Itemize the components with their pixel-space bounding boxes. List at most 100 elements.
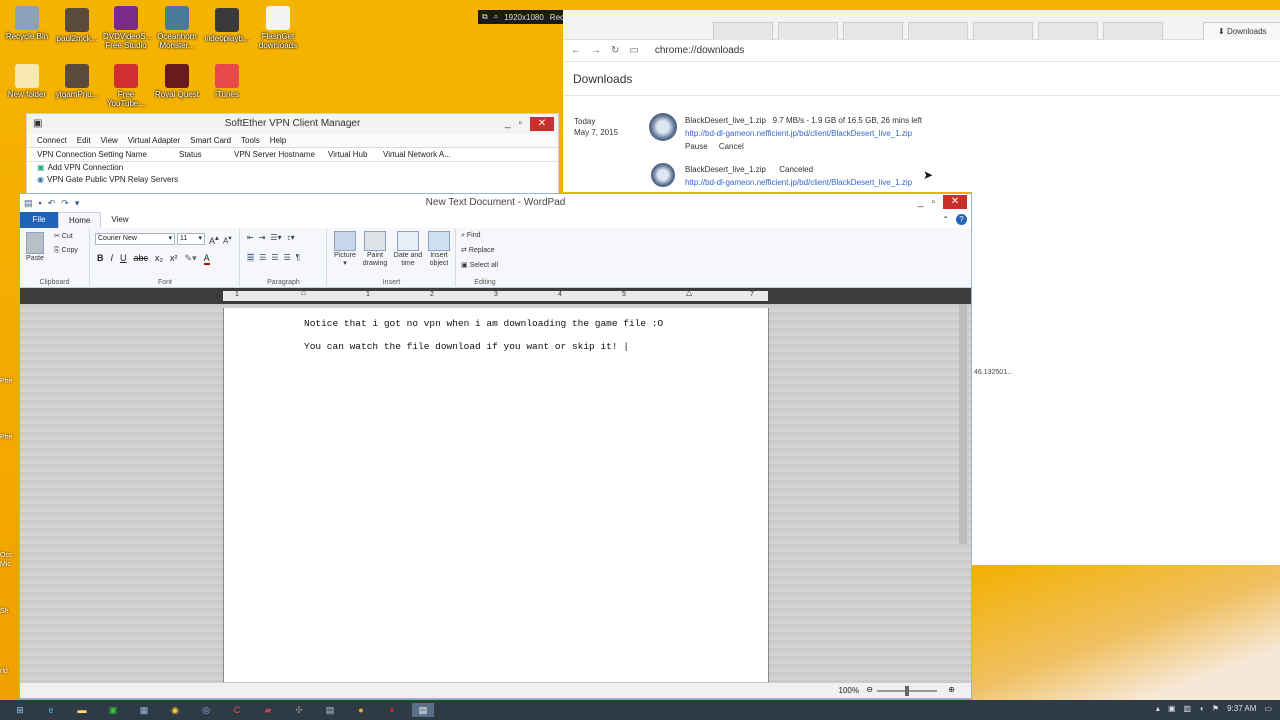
increase-indent-icon[interactable]: ⇥ xyxy=(259,233,266,242)
help-icon[interactable]: ? xyxy=(956,214,967,225)
start-icon[interactable]: ⊞ xyxy=(9,703,31,717)
close-icon[interactable]: ✕ xyxy=(943,195,967,209)
tab-home[interactable]: Home xyxy=(58,212,102,228)
subscript-icon[interactable]: x₂ xyxy=(155,253,163,265)
record-icon[interactable]: ● xyxy=(381,703,403,717)
vpn-taskbar-icon[interactable]: ▤ xyxy=(319,703,341,717)
font-size-select[interactable]: 11 ▾ xyxy=(177,233,205,245)
download-url[interactable]: http://bd-dl-gameon.nefficient.jp/bd/cli… xyxy=(685,176,912,189)
collapse-ribbon-icon[interactable]: ⌃ xyxy=(942,212,949,228)
app-icon[interactable]: ● xyxy=(350,703,372,717)
back-icon[interactable]: ← xyxy=(571,45,581,56)
chrome-tab[interactable] xyxy=(1038,22,1098,40)
desktop-icon[interactable]: Royal Quest xyxy=(154,64,200,99)
menu-virtual-adapter[interactable]: Virtual Adapter xyxy=(128,134,180,147)
replace-button[interactable]: ⇄ Replace xyxy=(461,247,495,255)
desktop-icon[interactable]: iTunes xyxy=(204,64,250,99)
app-icon[interactable]: ◎ xyxy=(195,703,217,717)
bold-icon[interactable]: B xyxy=(97,253,104,265)
zoom-in-icon[interactable]: ⊕ xyxy=(948,685,955,694)
zoom-slider-thumb[interactable] xyxy=(905,686,909,696)
date-time-button[interactable]: Date and time xyxy=(392,231,424,268)
undo-icon[interactable]: ↶ xyxy=(48,194,56,212)
tab-view[interactable]: View xyxy=(101,212,138,228)
indent-marker-icon[interactable]: ⌂ xyxy=(301,288,306,297)
picture-button[interactable]: Picture ▾ xyxy=(332,231,358,268)
menu-view[interactable]: View xyxy=(101,134,118,147)
chrome-icon[interactable]: ◉ xyxy=(164,703,186,717)
column-header[interactable]: VPN Connection Setting Name xyxy=(37,148,179,161)
save-icon[interactable]: ▪ xyxy=(39,194,42,212)
paragraph-settings-icon[interactable]: ¶ xyxy=(296,253,300,262)
align-left-icon[interactable]: ☰ xyxy=(247,253,255,262)
find-button[interactable]: ⌕ Find xyxy=(461,232,481,240)
select-all-button[interactable]: ▣ Select all xyxy=(461,262,498,270)
menu-edit[interactable]: Edit xyxy=(77,134,91,147)
minimize-icon[interactable]: _ xyxy=(505,114,511,134)
desktop-icon[interactable]: DVDVideoS... Free Studio xyxy=(103,6,152,50)
desktop-icon[interactable]: paul2mck... xyxy=(54,8,100,43)
chrome-tab[interactable] xyxy=(973,22,1033,40)
notification-icon[interactable]: ▭ xyxy=(1264,704,1272,713)
ccleaner-icon[interactable]: C xyxy=(226,703,248,717)
chrome-tab[interactable] xyxy=(713,22,773,40)
tab-downloads[interactable]: ⬇ Downloads xyxy=(1203,22,1280,40)
document-page[interactable]: Notice that i got no vpn when i am downl… xyxy=(223,308,769,682)
vertical-scrollbar[interactable] xyxy=(959,304,967,544)
decrease-indent-icon[interactable]: ⇤ xyxy=(247,233,254,242)
bullets-icon[interactable]: ☰▾ xyxy=(270,233,281,242)
ie-icon[interactable]: e xyxy=(40,703,62,717)
desktop-icon[interactable]: FlashGet downloads xyxy=(255,6,301,50)
align-right-icon[interactable]: ☰ xyxy=(271,253,278,262)
column-header[interactable]: Virtual Network A... xyxy=(383,148,451,161)
justify-icon[interactable]: ☰ xyxy=(284,253,291,262)
desktop-icon[interactable]: Recycle Bin xyxy=(4,6,50,41)
minimize-icon[interactable]: _ xyxy=(918,194,924,212)
underline-icon[interactable]: U xyxy=(120,253,127,265)
grow-font-icon[interactable]: A▴ xyxy=(209,234,219,246)
desktop-icon[interactable]: New folder xyxy=(4,64,50,99)
desktop-icon[interactable]: Free YouTube... xyxy=(103,64,149,108)
tray-arrow-icon[interactable]: ▴ xyxy=(1156,704,1160,713)
menu-connect[interactable]: Connect xyxy=(37,134,67,147)
screen-icon[interactable]: ⧉ xyxy=(482,12,488,22)
download-filename[interactable]: BlackDesert_live_1.zip xyxy=(685,116,766,125)
paint-drawing-button[interactable]: Paint drawing xyxy=(360,231,390,268)
download-filename[interactable]: BlackDesert_live_1.zip xyxy=(685,165,766,174)
column-header[interactable]: VPN Server Hostname xyxy=(234,148,328,161)
menu-help[interactable]: Help xyxy=(270,134,286,147)
clock[interactable]: 9:37 AM xyxy=(1227,704,1256,713)
table-row[interactable]: ◉ VPN Gate Public VPN Relay Servers xyxy=(27,174,558,186)
menu-tools[interactable]: Tools xyxy=(241,134,260,147)
pause-button[interactable]: Pause xyxy=(685,142,708,151)
font-family-select[interactable]: Courier New ▾ xyxy=(95,233,175,245)
ruler[interactable]: 1 ⌂ 1 2 3 4 5 △ 7 xyxy=(20,288,971,304)
superscript-icon[interactable]: x² xyxy=(170,253,178,265)
font-color-icon[interactable]: A xyxy=(203,253,210,265)
chrome-tab[interactable] xyxy=(843,22,903,40)
cancel-button[interactable]: Cancel xyxy=(719,142,744,151)
chrome-tab[interactable] xyxy=(908,22,968,40)
volume-icon[interactable]: ◖ xyxy=(1199,704,1204,713)
excel-icon[interactable]: ▣ xyxy=(102,703,124,717)
copy-button[interactable]: ⎘ Copy xyxy=(54,247,78,255)
italic-icon[interactable]: I xyxy=(111,253,114,265)
app-icon[interactable]: ▦ xyxy=(133,703,155,717)
chrome-tab[interactable] xyxy=(1103,22,1163,40)
zoom-out-icon[interactable]: ⊖ xyxy=(866,685,873,694)
right-indent-marker-icon[interactable]: △ xyxy=(686,288,692,297)
line-spacing-icon[interactable]: ↕▾ xyxy=(287,233,295,242)
shrink-font-icon[interactable]: A▾ xyxy=(223,235,232,246)
tab-file[interactable]: File xyxy=(20,212,58,228)
reload-icon[interactable]: ↻ xyxy=(611,45,619,56)
table-row[interactable]: ▣ Add VPN Connection xyxy=(27,162,558,174)
address-bar[interactable]: chrome://downloads xyxy=(655,45,745,56)
paste-button[interactable]: Paste xyxy=(26,232,44,263)
redo-icon[interactable]: ↷ xyxy=(61,194,69,212)
app-menu-icon[interactable]: ▤ xyxy=(24,194,33,212)
explorer-icon[interactable]: ▬ xyxy=(71,703,93,717)
column-header[interactable]: Virtual Hub xyxy=(328,148,383,161)
zoom-slider[interactable] xyxy=(877,686,937,696)
flag-icon[interactable]: ⚑ xyxy=(1212,704,1219,713)
menu-smart-card[interactable]: Smart Card xyxy=(190,134,231,147)
